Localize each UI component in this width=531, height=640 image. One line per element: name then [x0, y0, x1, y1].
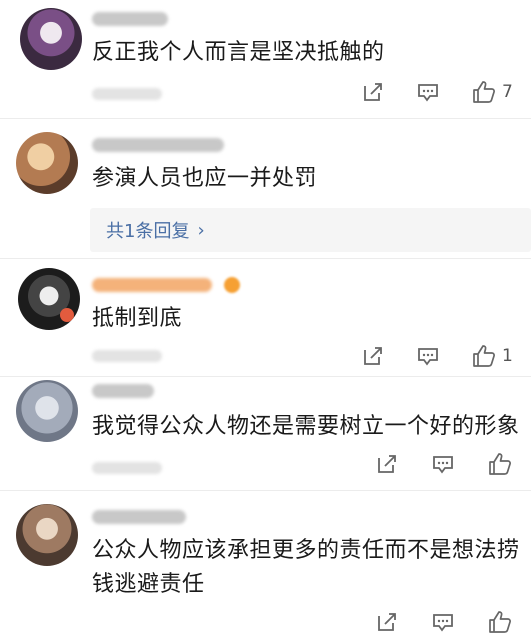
divider	[0, 118, 531, 119]
thumbs-up-icon	[473, 345, 495, 367]
avatar[interactable]	[20, 8, 82, 70]
username-blurred[interactable]	[92, 510, 186, 524]
timestamp-blurred	[92, 350, 162, 362]
thumbs-up-icon	[489, 611, 511, 633]
timestamp-blurred	[92, 462, 162, 474]
like-button[interactable]	[488, 452, 512, 476]
vip-badge-icon	[224, 277, 240, 293]
avatar[interactable]	[16, 504, 78, 566]
share-icon	[364, 347, 382, 365]
comment-text: 我觉得公众人物还是需要树立一个好的形象	[92, 414, 520, 439]
thumbs-up-icon	[473, 81, 495, 103]
comment-icon	[433, 614, 453, 632]
comment-icon	[433, 456, 453, 474]
thumbs-up-icon	[489, 453, 511, 475]
like-button[interactable]: 7	[472, 80, 513, 104]
divider	[0, 490, 531, 491]
comment-text-continued: 钱逃避责任	[92, 572, 205, 597]
share-button[interactable]	[362, 80, 384, 104]
comment-button[interactable]	[417, 80, 439, 104]
avatar[interactable]	[16, 132, 78, 194]
avatar[interactable]	[18, 268, 80, 330]
share-icon	[378, 455, 396, 473]
reply-thread-link[interactable]: 共1条回复 ›	[90, 208, 531, 252]
comment-icon	[418, 84, 438, 102]
timestamp-blurred	[92, 88, 162, 100]
comment-text: 反正我个人而言是坚决抵触的	[92, 40, 385, 65]
share-button[interactable]	[362, 344, 384, 368]
comment-button[interactable]	[417, 344, 439, 368]
share-button[interactable]	[376, 452, 398, 476]
like-count: 1	[502, 346, 513, 366]
comment-icon	[418, 348, 438, 366]
divider	[0, 258, 531, 259]
username-blurred[interactable]	[92, 138, 224, 152]
reply-count-label: 共1条回复	[106, 221, 190, 242]
divider	[0, 376, 531, 377]
share-button[interactable]	[376, 610, 398, 634]
comment-text: 参演人员也应一并处罚	[92, 166, 318, 191]
chevron-right-icon: ›	[197, 219, 205, 241]
like-button[interactable]: 1	[472, 344, 513, 368]
like-count: 7	[502, 82, 513, 102]
comment-text: 公众人物应该承担更多的责任而不是想法捞	[92, 538, 520, 563]
comment-button[interactable]	[432, 610, 454, 634]
like-button[interactable]	[488, 610, 512, 634]
comment-text: 抵制到底	[92, 306, 183, 331]
comment-button[interactable]	[432, 452, 454, 476]
username-blurred[interactable]	[92, 12, 168, 26]
share-icon	[378, 613, 396, 631]
username-blurred[interactable]	[92, 384, 154, 398]
avatar[interactable]	[16, 380, 78, 442]
username-blurred[interactable]	[92, 278, 212, 292]
share-icon	[364, 83, 382, 101]
